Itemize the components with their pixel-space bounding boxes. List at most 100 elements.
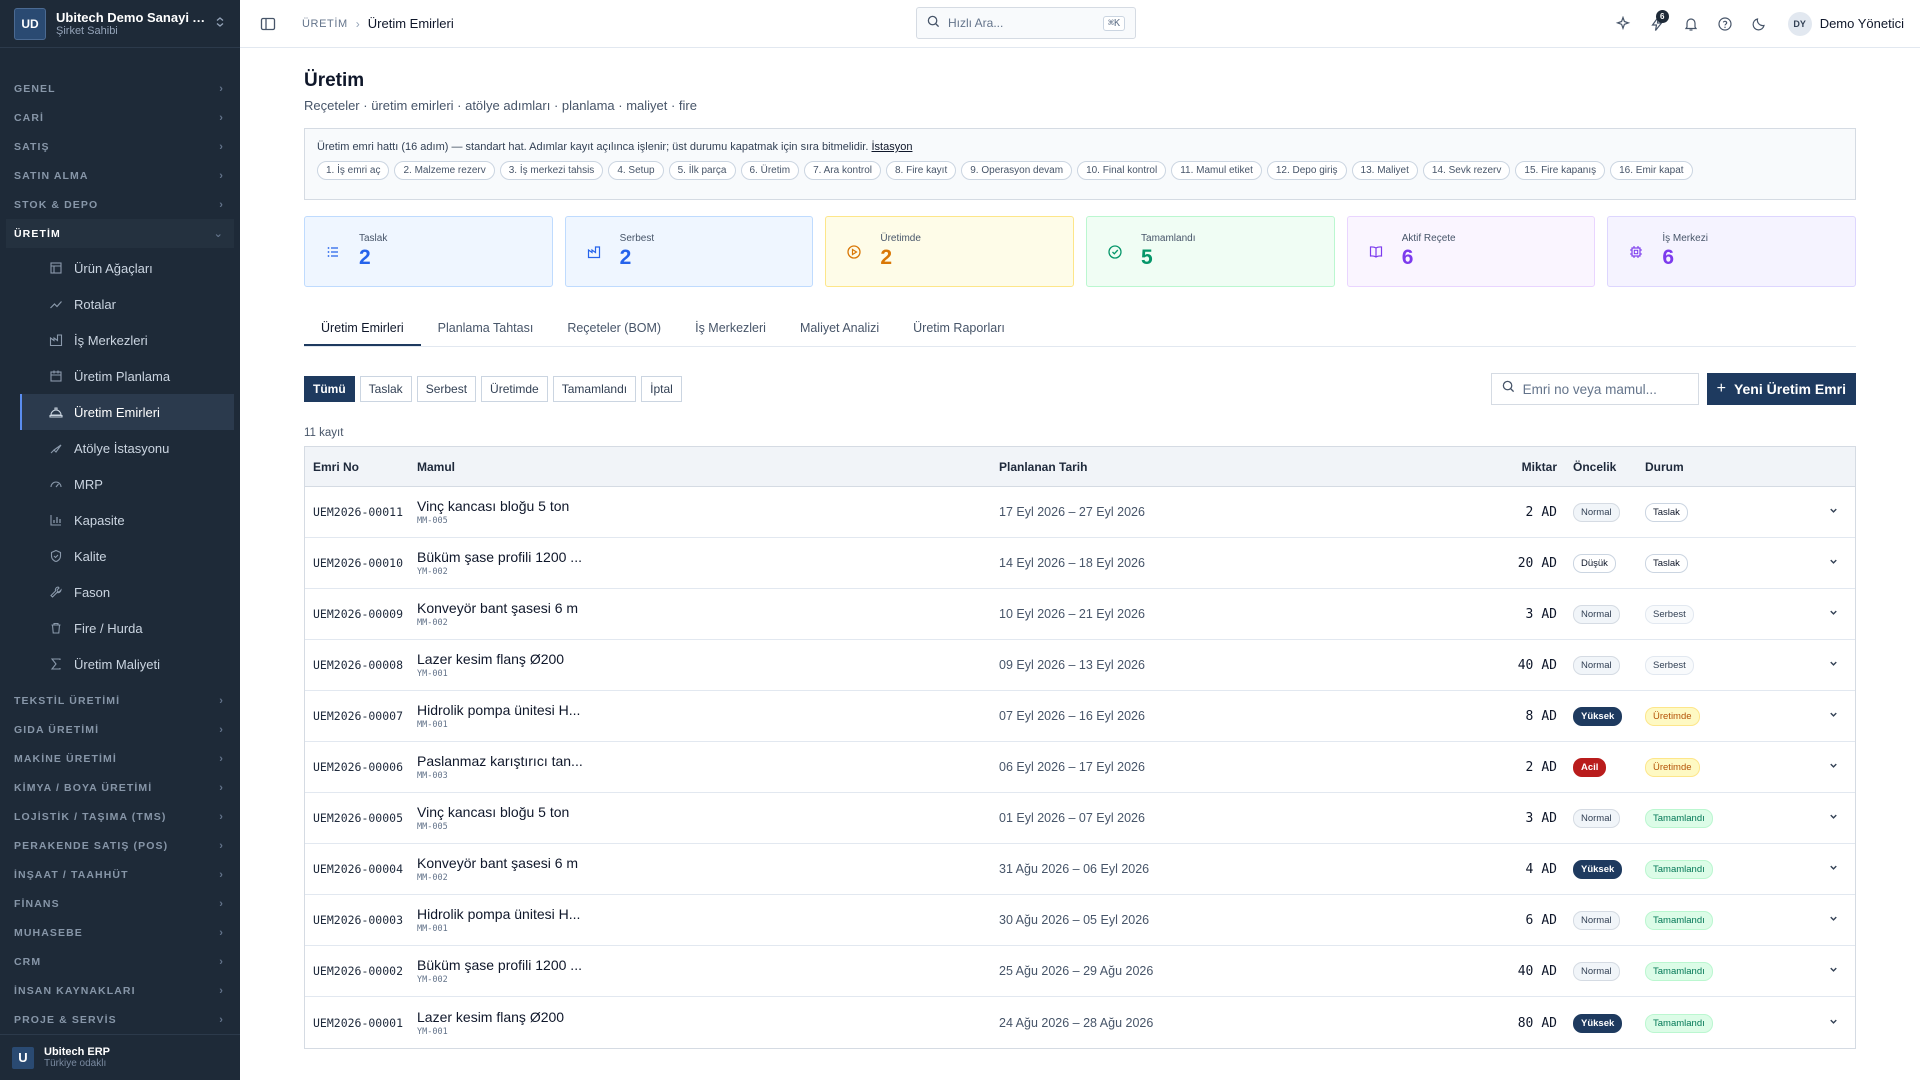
sidebar-section[interactable]: LOJİSTİK / TAŞIMA (TMS) › xyxy=(0,802,240,831)
kpi-card[interactable]: Taslak 2 xyxy=(304,216,553,287)
filter-button[interactable]: Serbest xyxy=(416,376,477,402)
kpi-card[interactable]: İş Merkezi 6 xyxy=(1607,216,1857,287)
sidebar-item-mrp[interactable]: MRP xyxy=(20,466,234,502)
sidebar-item-atölye-i-stasyonu[interactable]: Atölye İstasyonu xyxy=(20,430,234,466)
filter-button[interactable]: Tümü xyxy=(304,376,355,402)
tab-3[interactable]: İş Merkezleri xyxy=(678,311,783,346)
order-search[interactable] xyxy=(1490,373,1700,405)
sidebar-section[interactable]: FİNANS › xyxy=(0,889,240,918)
sidebar-section[interactable]: İNŞAAT / TAAHHÜT › xyxy=(0,860,240,889)
chevron-down-icon[interactable] xyxy=(1828,660,1839,672)
user-menu[interactable]: DY Demo Yönetici xyxy=(1787,11,1904,36)
sidebar-item-üretim-emirleri[interactable]: Üretim Emirleri xyxy=(20,394,234,430)
col-header-durum[interactable]: Durum xyxy=(1629,460,1739,474)
chevron-down-icon[interactable] xyxy=(1828,711,1839,723)
new-order-button[interactable]: + Yeni Üretim Emri xyxy=(1706,373,1856,405)
order-number[interactable]: UEM2026-00005 xyxy=(313,811,403,825)
col-header-no[interactable]: Emri No xyxy=(305,460,417,474)
kpi-card[interactable]: Tamamlandı 5 xyxy=(1086,216,1335,287)
filter-button[interactable]: Üretimde xyxy=(481,376,548,402)
sidebar-section[interactable]: CRM › xyxy=(0,947,240,976)
col-header-mamul[interactable]: Mamul xyxy=(417,460,999,474)
sidebar-item-fire-hurda[interactable]: Fire / Hurda xyxy=(20,610,234,646)
sidebar-section[interactable]: İNSAN KAYNAKLARI › xyxy=(0,976,240,1005)
order-number[interactable]: UEM2026-00003 xyxy=(313,913,403,927)
order-number[interactable]: UEM2026-00009 xyxy=(313,607,403,621)
chevron-down-icon[interactable] xyxy=(1828,507,1839,519)
sidebar-item-i-ş-merkezleri[interactable]: İş Merkezleri xyxy=(20,322,234,358)
bell-icon[interactable] xyxy=(1674,7,1708,41)
activity-icon[interactable]: 6 xyxy=(1640,7,1674,41)
order-number[interactable]: UEM2026-00001 xyxy=(313,1016,403,1030)
table-row[interactable]: UEM2026-00008 Lazer kesim flanş Ø200 YM-00… xyxy=(305,640,1855,691)
order-number[interactable]: UEM2026-00002 xyxy=(313,964,403,978)
order-number[interactable]: UEM2026-00010 xyxy=(313,556,403,570)
order-number[interactable]: UEM2026-00004 xyxy=(313,862,403,876)
breadcrumb-parent[interactable]: ÜRETİM xyxy=(302,18,348,30)
sidebar-section[interactable]: CARİ › xyxy=(0,103,240,132)
sidebar-section-uretim[interactable]: ÜRETİM ⌄ xyxy=(6,219,234,248)
order-number[interactable]: UEM2026-00007 xyxy=(313,709,403,723)
chevron-down-icon[interactable] xyxy=(1828,558,1839,570)
sidebar-section[interactable]: MUHASEBE › xyxy=(0,918,240,947)
chevron-down-icon[interactable] xyxy=(1828,813,1839,825)
order-number[interactable]: UEM2026-00006 xyxy=(313,760,403,774)
kpi-card[interactable]: Aktif Reçete 6 xyxy=(1346,216,1596,287)
table-row[interactable]: UEM2026-00007 Hidrolik pompa ünitesi H...… xyxy=(305,691,1855,742)
moon-icon[interactable] xyxy=(1742,7,1776,41)
sidebar-item-üretim-planlama[interactable]: Üretim Planlama xyxy=(20,358,234,394)
table-row[interactable]: UEM2026-00005 Vinç kancası bloğu 5 ton MM-… xyxy=(305,793,1855,844)
sidebar-section[interactable]: MAKİNE ÜRETİMİ › xyxy=(0,744,240,773)
order-search-input[interactable] xyxy=(1522,381,1700,397)
tab-2[interactable]: Reçeteler (BOM) xyxy=(550,311,678,346)
order-number[interactable]: UEM2026-00011 xyxy=(313,505,403,519)
sidebar-section[interactable]: TEKSTİL ÜRETİMİ › xyxy=(0,686,240,715)
tab-1[interactable]: Planlama Tahtası xyxy=(421,311,551,346)
filter-button[interactable]: Tamamlandı xyxy=(552,376,637,402)
table-row[interactable]: UEM2026-00001 Lazer kesim flanş Ø200 YM-00… xyxy=(305,997,1855,1048)
table-row[interactable]: UEM2026-00006 Paslanmaz karıştırıcı tan..… xyxy=(305,742,1855,793)
sidebar-section[interactable]: SATIŞ › xyxy=(0,132,240,161)
station-link[interactable]: İstasyon xyxy=(872,141,913,153)
sidebar-section[interactable]: PERAKENDE SATIŞ (POS) › xyxy=(0,831,240,860)
filter-button[interactable]: Taslak xyxy=(359,376,412,402)
sidebar-item-ürün-ağaçları[interactable]: Ürün Ağaçları xyxy=(20,250,234,286)
table-row[interactable]: UEM2026-00002 Büküm şase profili 1200 ...… xyxy=(305,946,1855,997)
help-icon[interactable] xyxy=(1708,7,1742,41)
kpi-card[interactable]: Serbest 2 xyxy=(564,216,814,287)
table-row[interactable]: UEM2026-00003 Hidrolik pompa ünitesi H...… xyxy=(305,895,1855,946)
tab-0[interactable]: Üretim Emirleri xyxy=(304,311,421,346)
chevron-down-icon[interactable] xyxy=(1828,966,1839,978)
tab-5[interactable]: Üretim Raporları xyxy=(896,311,1022,346)
sidebar-item-üretim-maliyeti[interactable]: Üretim Maliyeti xyxy=(20,646,234,682)
company-switcher[interactable]: UD Ubitech Demo Sanayi A.Ş. Şirket Sahib… xyxy=(0,0,240,48)
chevron-updown-icon[interactable] xyxy=(214,16,226,31)
filter-button[interactable]: İptal xyxy=(641,376,682,402)
table-row[interactable]: UEM2026-00011 Vinç kancası bloğu 5 ton MM-… xyxy=(305,487,1855,538)
col-header-miktar[interactable]: Miktar xyxy=(1499,460,1557,474)
tab-4[interactable]: Maliyet Analizi xyxy=(783,311,896,346)
table-row[interactable]: UEM2026-00010 Büküm şase profili 1200 ...… xyxy=(305,538,1855,589)
chevron-down-icon[interactable] xyxy=(1828,609,1839,621)
table-row[interactable]: UEM2026-00004 Konveyör bant şasesi 6 m MM-… xyxy=(305,844,1855,895)
order-number[interactable]: UEM2026-00008 xyxy=(313,658,403,672)
sidebar-section[interactable]: GIDA ÜRETİMİ › xyxy=(0,715,240,744)
quick-search[interactable]: Hızlı Ara... ⌘K xyxy=(916,7,1136,39)
sidebar-item-kalite[interactable]: Kalite xyxy=(20,538,234,574)
col-header-tarih[interactable]: Planlanan Tarih xyxy=(999,460,1499,474)
chevron-down-icon[interactable] xyxy=(1828,864,1839,876)
table-row[interactable]: UEM2026-00009 Konveyör bant şasesi 6 m MM-… xyxy=(305,589,1855,640)
sidebar-section[interactable]: KİMYA / BOYA ÜRETİMİ › xyxy=(0,773,240,802)
chevron-down-icon[interactable] xyxy=(1828,1018,1839,1030)
kpi-card[interactable]: Üretimde 2 xyxy=(825,216,1075,287)
sidebar-section[interactable]: GENEL › xyxy=(0,74,240,103)
sidebar-item-fason[interactable]: Fason xyxy=(20,574,234,610)
sidebar-section[interactable]: STOK & DEPO › xyxy=(0,190,240,219)
sparkle-icon[interactable] xyxy=(1606,7,1640,41)
sidebar-toggle-icon[interactable] xyxy=(256,12,280,36)
sidebar-section[interactable]: PROJE & SERVİS › xyxy=(0,1005,240,1034)
chevron-down-icon[interactable] xyxy=(1828,915,1839,927)
col-header-oncelik[interactable]: Öncelik xyxy=(1557,460,1629,474)
chevron-down-icon[interactable] xyxy=(1828,762,1839,774)
sidebar-item-kapasite[interactable]: Kapasite xyxy=(20,502,234,538)
